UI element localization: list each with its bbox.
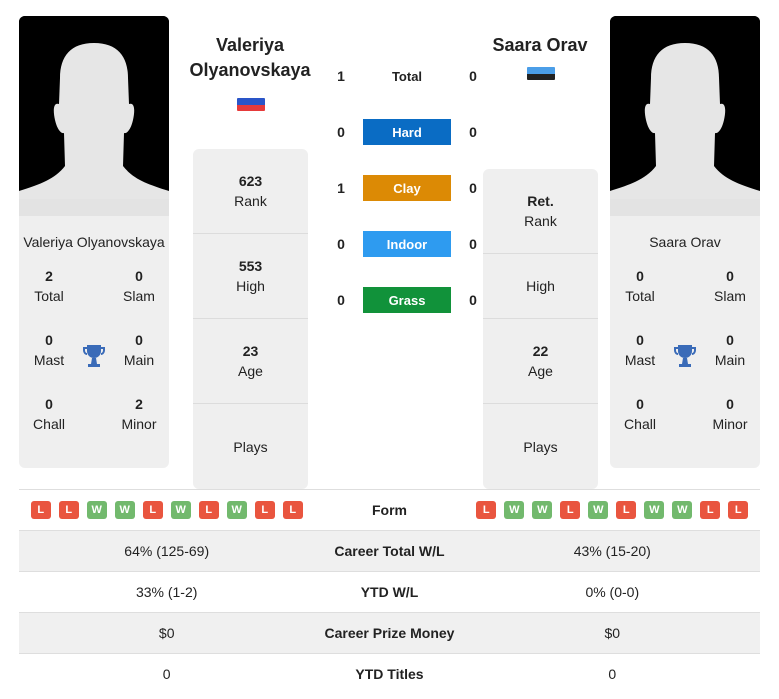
p2-titles-slam: 0 Slam [714,268,746,304]
h2h-hard: 0 Hard 0 [329,119,485,145]
form-row: LLWWLWLWLL Form LWWLWLWWLL [19,489,760,531]
surface-clay-button[interactable]: Clay [363,175,451,201]
p2-ytd-wl: 0% (0-0) [585,584,640,600]
h2h-indoor: 0 Indoor 0 [329,231,485,257]
player2-form-win-badge[interactable]: W [588,501,609,519]
player2-form-win-badge[interactable]: W [672,501,693,519]
trophy-icon [670,324,700,388]
player1-name-line2[interactable]: Olyanovskaya [180,58,320,83]
player1-form-loss-badge[interactable]: L [198,501,219,519]
p2-titles-total: 0 Total [625,268,655,304]
h2h-surfaces: 1 Total 0 0 Hard 0 1 Clay 0 0 Indoor 0 0… [329,63,485,313]
surface-grass-button[interactable]: Grass [363,287,451,313]
surface-indoor-button[interactable]: Indoor [363,231,451,257]
player1-form-loss-badge[interactable]: L [282,501,303,519]
p1-career-wl: 64% (125-69) [124,543,210,559]
player1-form-win-badge[interactable]: W [226,501,247,519]
player2-card: Saara Orav 0 Total 0 Slam 0 Mast 0 Main 0 Cha… [610,216,760,468]
p2-titles-main: 0 Main [714,332,746,368]
player1-form-loss-badge[interactable]: L [58,501,79,519]
p1-prize-money: $0 [158,625,175,641]
player1-stats: 623 Rank 553 High 23 Age Plays [193,149,308,489]
p1-ytd-wl: 33% (1-2) [135,584,198,600]
p1-stat-high: 553 High [193,234,308,319]
p2-titles-mast: 0 Mast [624,332,656,368]
player2-form-win-badge[interactable]: W [644,501,665,519]
table-row: 64% (125-69) Career Total W/L 43% (15-20… [19,530,760,572]
table-row: 33% (1-2) YTD W/L 0% (0-0) [19,571,760,613]
row-label: Career Prize Money [324,625,455,641]
trophy-icon [79,324,109,388]
player2-form-loss-badge[interactable]: L [476,501,497,519]
player1-form: LLWWLWLWLL [19,501,314,519]
player2-form-loss-badge[interactable]: L [616,501,637,519]
table-row: 0 YTD Titles 0 [19,653,760,695]
h2h-total: 1 Total 0 [337,68,477,84]
p2-stat-rank: Ret. Rank [483,169,598,254]
player2-flag-icon [527,67,555,80]
p1-stat-age: 23 Age [193,319,308,404]
table-row: $0 Career Prize Money $0 [19,612,760,654]
player2-form-loss-badge[interactable]: L [700,501,721,519]
p2-ytd-titles: 0 [608,666,617,683]
player1-form-win-badge[interactable]: W [114,501,135,519]
p2-stat-high: High [483,254,598,319]
player1-form-loss-badge[interactable]: L [30,501,51,519]
player2-form-win-badge[interactable]: W [504,501,525,519]
player1-photo [19,16,169,216]
player1-header: Valeriya Olyanovskaya [180,33,320,83]
player2-header: Saara Orav [470,33,610,58]
form-label: Form [371,502,407,518]
player1-form-win-badge[interactable]: W [170,501,191,519]
player2-name[interactable]: Saara Orav [470,33,610,58]
comparison-table: LLWWLWLWLL Form LWWLWLWWLL 64% (125-69) … [19,489,760,695]
player2-photo [610,16,760,216]
p1-titles-main: 0 Main [123,332,155,368]
h2h-grass: 0 Grass 0 [329,287,485,313]
h2h-clay: 1 Clay 0 [329,175,485,201]
player1-form-loss-badge[interactable]: L [254,501,275,519]
surface-hard-button[interactable]: Hard [363,119,451,145]
player1-name-line1[interactable]: Valeriya [180,33,320,58]
player1-form-loss-badge[interactable]: L [142,501,163,519]
player2-card-name[interactable]: Saara Orav [610,216,760,260]
player2-stats: Ret. Rank High 22 Age Plays [483,169,598,489]
player2-form-loss-badge[interactable]: L [560,501,581,519]
row-label: YTD W/L [360,584,419,600]
p1-stat-rank: 623 Rank [193,149,308,234]
p1-titles-mast: 0 Mast [33,332,65,368]
p2-titles-chall: 0 Chall [624,396,656,432]
player1-card-name[interactable]: Valeriya Olyanovskaya [19,216,169,260]
p1-stat-plays: Plays [233,438,268,455]
p2-stat-age: 22 Age [483,319,598,404]
p1-titles-chall: 0 Chall [33,396,65,432]
player2-form-loss-badge[interactable]: L [728,501,749,519]
row-label: YTD Titles [355,666,424,683]
p2-prize-money: $0 [604,625,621,641]
player2-form-win-badge[interactable]: W [532,501,553,519]
player2-form: LWWLWLWWLL [465,501,760,519]
p1-ytd-titles: 0 [162,666,171,683]
player1-flag-icon [237,98,265,111]
player1-form-win-badge[interactable]: W [86,501,107,519]
p1-titles-slam: 0 Slam [123,268,155,304]
p1-titles-minor: 2 Minor [121,396,157,432]
p2-titles-minor: 0 Minor [712,396,748,432]
p2-career-wl: 43% (15-20) [573,543,651,559]
player-silhouette-icon [610,16,760,216]
p2-stat-plays: Plays [523,438,558,455]
p1-titles-total: 2 Total [34,268,64,304]
player1-card: Valeriya Olyanovskaya 2 Total 0 Slam 0 Mast… [19,216,169,468]
row-label: Career Total W/L [334,543,445,559]
player-silhouette-icon [19,16,169,216]
